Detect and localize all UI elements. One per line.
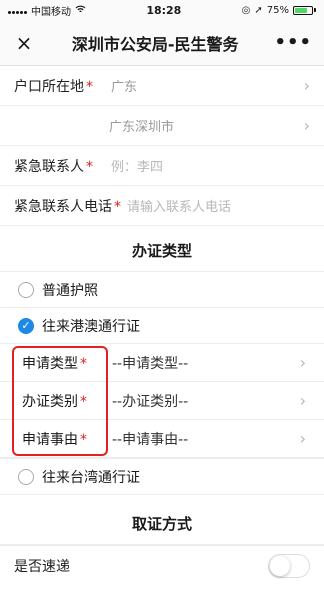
option-taiwan[interactable]: 往来台湾通行证: [0, 459, 324, 495]
clock: 18:28: [146, 3, 182, 17]
phone-label: 紧急联系人电话 *: [14, 198, 121, 215]
option-hk-macau[interactable]: ✓ 往来港澳通行证: [0, 308, 324, 344]
section-title-certificate-type: 办证类型: [0, 226, 324, 272]
hk-macau-subfields: 申请类型 * --申请类型-- › 办证类别 * --办证类别-- › 申请事由 * …: [0, 344, 324, 459]
signal-icon: [8, 6, 27, 14]
apply-reason-row[interactable]: 申请事由 * --申请事由-- ›: [0, 420, 324, 458]
location-icon: ➚: [254, 4, 263, 16]
option-label: 普通护照: [42, 282, 98, 299]
status-bar: 中国移动 18:28 ◎ ➚ 75%: [0, 0, 324, 20]
contact-input[interactable]: 例：李四: [111, 156, 310, 175]
hukou-province-value: 广东: [111, 80, 138, 95]
phone-row[interactable]: 紧急联系人电话 * 请输入联系人电话: [0, 186, 324, 226]
chevron-right-icon: ›: [299, 391, 306, 410]
chevron-right-icon: ›: [299, 429, 306, 448]
apply-type-label: 申请类型 *: [22, 355, 87, 372]
hukou-province-row[interactable]: 户口所在地 * 广东 ›: [0, 66, 324, 106]
chevron-right-icon: ›: [303, 116, 310, 135]
hukou-city-row[interactable]: 户口所在地* 广东深圳市 ›: [0, 106, 324, 146]
nav-bar: × 深圳市公安局-民生警务 •••: [0, 20, 324, 66]
phone-input[interactable]: 请输入联系人电话: [127, 196, 310, 215]
chevron-right-icon: ›: [303, 76, 310, 95]
contact-row[interactable]: 紧急联系人 * 例：李四: [0, 146, 324, 186]
chevron-right-icon: ›: [299, 353, 306, 372]
close-icon[interactable]: ×: [12, 31, 36, 55]
cert-category-label: 办证类别 *: [22, 393, 87, 410]
radio-unchecked-icon: [18, 281, 34, 298]
apply-type-select[interactable]: --申请类型--: [112, 353, 296, 373]
page-title: 深圳市公安局-民生警务: [71, 34, 239, 54]
option-label: 往来台湾通行证: [42, 469, 140, 486]
contact-label: 紧急联系人 *: [14, 158, 93, 175]
apply-reason-label: 申请事由 *: [22, 431, 87, 448]
battery-percent: 75%: [266, 4, 289, 16]
radio-checked-icon: ✓: [18, 317, 34, 334]
lock-rotation-icon: ◎: [241, 4, 251, 16]
apply-type-row[interactable]: 申请类型 * --申请类型-- ›: [0, 344, 324, 382]
more-icon[interactable]: •••: [274, 32, 312, 53]
express-row: 是否速递: [0, 545, 324, 585]
option-passport[interactable]: 普通护照: [0, 272, 324, 308]
apply-reason-select[interactable]: --申请事由--: [112, 429, 296, 449]
wifi-icon: [75, 5, 86, 16]
express-label: 是否速递: [14, 558, 70, 575]
express-toggle[interactable]: [268, 553, 310, 578]
section-title-pickup-method: 取证方式: [0, 495, 324, 545]
hukou-label: 户口所在地 *: [14, 78, 93, 95]
radio-unchecked-icon: [18, 468, 34, 485]
hukou-city-value: 广东深圳市: [109, 120, 175, 135]
cert-category-row[interactable]: 办证类别 * --办证类别-- ›: [0, 382, 324, 420]
carrier-label: 中国移动: [31, 6, 71, 18]
option-label: 往来港澳通行证: [42, 318, 140, 335]
battery-icon: [293, 5, 316, 15]
cert-category-select[interactable]: --办证类别--: [112, 391, 296, 411]
